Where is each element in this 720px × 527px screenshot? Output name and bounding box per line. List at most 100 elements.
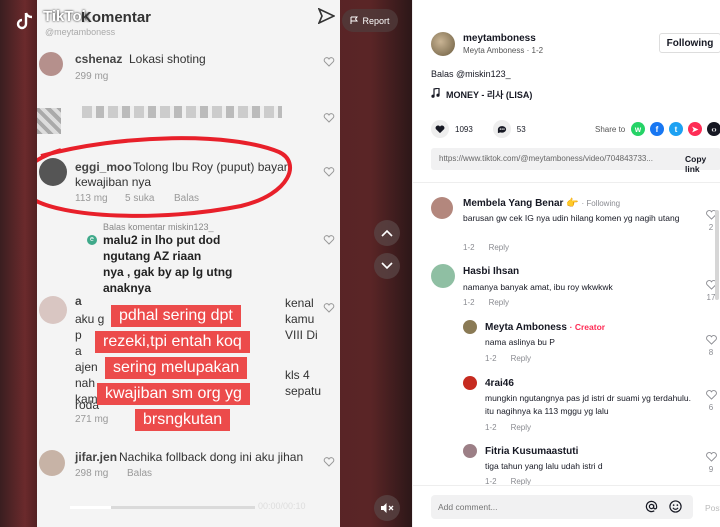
- video-frame[interactable]: TikTok Komentar @meytamboness cshenaz Lo…: [37, 0, 340, 527]
- author-username[interactable]: meytamboness: [463, 33, 536, 44]
- heart-icon: [705, 390, 717, 400]
- heart-icon: [323, 235, 335, 245]
- mute-icon: [381, 503, 394, 513]
- comment-text: barusan gw cek IG nya udin hilang komen …: [463, 213, 680, 223]
- comment-text: namanya banyak amat, ibu roy wkwkwk: [463, 282, 613, 292]
- heart-icon: [705, 452, 717, 462]
- emoji-icon[interactable]: [669, 500, 682, 513]
- watermark-user: @meytamboness: [45, 27, 116, 37]
- avatar: [39, 296, 67, 324]
- comment-meta: 299 mg: [75, 71, 109, 82]
- comment-text: kenal: [285, 296, 314, 310]
- twitter-icon[interactable]: t: [669, 122, 683, 136]
- comment-text: Nachika follback dong ini aku jihan: [119, 450, 304, 464]
- reply-button[interactable]: Reply: [511, 423, 531, 432]
- whatsapp-icon[interactable]: w: [631, 122, 645, 136]
- reply-button[interactable]: Reply: [511, 354, 531, 363]
- comment-text: roda: [75, 398, 100, 412]
- comment-icon: [497, 125, 506, 133]
- comment-text: ajen: [75, 360, 98, 374]
- comment-author-name[interactable]: Hasbi Ihsan: [463, 266, 519, 277]
- comment-like[interactable]: 6: [705, 390, 717, 412]
- comment-author[interactable]: Meyta Amboness · Creator: [485, 322, 605, 333]
- comment-bar: Post: [413, 485, 720, 527]
- heart-icon: [705, 335, 717, 345]
- comment-name: jifar.jen: [75, 450, 118, 464]
- copy-link-button[interactable]: Copy link: [685, 154, 720, 174]
- comment-author-name[interactable]: Fitria Kusumaastuti: [485, 446, 578, 457]
- avatar[interactable]: [463, 444, 477, 458]
- description-prefix: Balas: [431, 69, 454, 79]
- scrollbar[interactable]: [715, 210, 719, 300]
- music-title: MONEY - 리사 (LISA): [446, 90, 533, 100]
- comment-text: Lokasi shoting: [129, 52, 206, 66]
- comment-like[interactable]: 8: [705, 335, 717, 357]
- comment-author-name: Membela Yang Benar: [463, 198, 564, 209]
- video-description: Balas @miskin123_: [431, 69, 511, 79]
- comment-like[interactable]: 9: [705, 452, 717, 474]
- avatar[interactable]: [431, 264, 455, 288]
- reply-button[interactable]: Reply: [489, 243, 509, 252]
- author-avatar[interactable]: [431, 32, 455, 56]
- music-link[interactable]: MONEY - 리사 (LISA): [431, 88, 532, 101]
- share-link-box: https://www.tiktok.com/@meytamboness/vid…: [431, 148, 720, 174]
- comment-date: 1-2: [463, 298, 475, 307]
- music-note-icon: [431, 88, 440, 98]
- video-progress-bar[interactable]: [70, 506, 255, 509]
- heart-icon: [323, 303, 335, 313]
- comments-panel: meytamboness Meyta Amboness · 1-2 Follow…: [412, 0, 720, 527]
- comment-like-count: 9: [708, 465, 714, 474]
- share-link[interactable]: https://www.tiktok.com/@meytamboness/vid…: [439, 154, 665, 163]
- comment-text: tiga tahun yang lalu udah istri d: [485, 461, 603, 471]
- mention-icon[interactable]: [645, 500, 658, 513]
- video-player[interactable]: TikTok Komentar @meytamboness cshenaz Lo…: [0, 0, 412, 527]
- heart-icon: [323, 113, 335, 123]
- video-overlay-header: TikTok Komentar @meytamboness: [37, 0, 340, 37]
- chevron-up-icon: [381, 229, 393, 237]
- comment-text: aku g: [75, 312, 105, 326]
- video-caption: pdhal sering dpt: [111, 305, 241, 327]
- reply-button[interactable]: Reply: [489, 298, 509, 307]
- comment-meta: 1-2 Reply: [485, 423, 531, 432]
- comment-button[interactable]: [492, 120, 511, 138]
- author-subtitle: Meyta Amboness · 1-2: [463, 46, 544, 55]
- report-label: Report: [362, 15, 390, 26]
- mute-button[interactable]: [374, 495, 400, 521]
- like-button[interactable]: [431, 120, 449, 138]
- comment-text: kls 4: [285, 368, 310, 382]
- facebook-icon[interactable]: f: [650, 122, 664, 136]
- comment-meta: 298 mg: [75, 468, 109, 479]
- post-button[interactable]: Post: [705, 503, 720, 513]
- comment-meta: 1-2 Reply: [485, 354, 531, 363]
- divider: [413, 182, 720, 183]
- embed-icon[interactable]: ‹›: [707, 122, 720, 136]
- next-video-button[interactable]: [374, 253, 400, 279]
- comment-text: nah: [75, 376, 96, 390]
- send-icon[interactable]: ➤: [688, 122, 702, 136]
- reply-header: Balas komentar miskin123_: [103, 222, 214, 232]
- mention-link[interactable]: @miskin123_: [456, 69, 511, 79]
- comment-like-count: 8: [708, 348, 714, 357]
- like-count: 1093: [455, 124, 473, 134]
- blurred-avatar: [37, 108, 61, 134]
- red-circle-annotation: [37, 136, 292, 218]
- reply-line: malu2 in lho put dod: [103, 233, 221, 247]
- avatar: [39, 450, 65, 476]
- avatar[interactable]: [463, 376, 477, 390]
- comment-author-emoji: 👉: [566, 198, 579, 209]
- comment-author-name[interactable]: 4rai46: [485, 378, 514, 389]
- comment-like-count: 6: [708, 403, 714, 412]
- comment-count: 53: [516, 124, 526, 134]
- share-label: Share to: [595, 125, 626, 134]
- avatar[interactable]: [431, 197, 453, 219]
- progress-fill: [70, 506, 111, 509]
- report-button[interactable]: Report: [342, 9, 398, 32]
- comment-text: p: [75, 328, 82, 342]
- video-caption: rezeki,tpi entah koq: [95, 331, 250, 353]
- comment-text: nama aslinya bu P: [485, 337, 555, 347]
- avatar[interactable]: [463, 320, 477, 334]
- following-button[interactable]: Following: [659, 33, 720, 53]
- previous-video-button[interactable]: [374, 220, 400, 246]
- comment-text: kamu: [285, 312, 315, 326]
- comment-author[interactable]: Membela Yang Benar 👉 · Following: [463, 198, 620, 209]
